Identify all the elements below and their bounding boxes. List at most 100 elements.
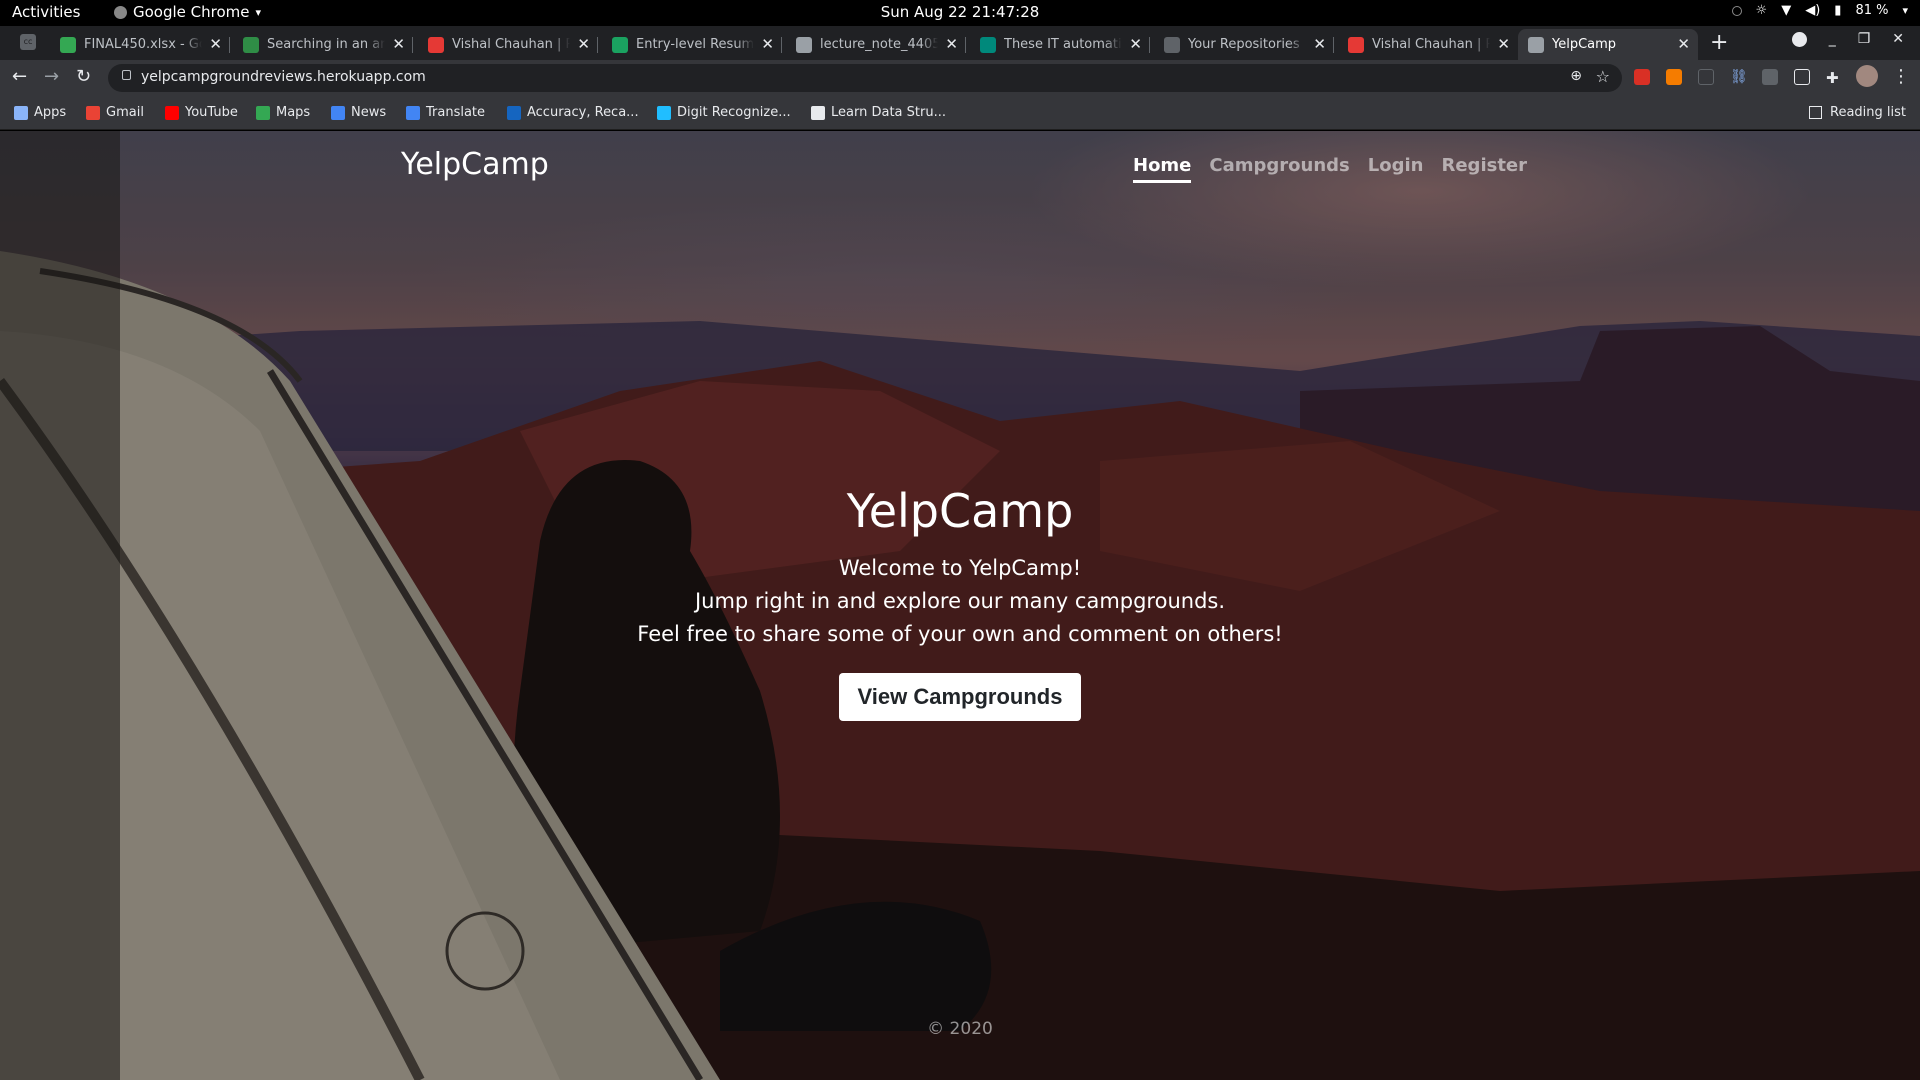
maximize-button[interactable]: ❐ (1858, 31, 1871, 47)
app-menu-label: Google Chrome (133, 3, 250, 21)
tab-title: YelpCamp (1552, 37, 1617, 52)
tab-close-icon[interactable]: ✕ (1129, 35, 1142, 53)
tab-close-icon[interactable]: ✕ (945, 35, 958, 53)
close-window-button[interactable]: ✕ (1892, 31, 1904, 47)
bookmark-item[interactable]: Learn Data Stru... (811, 105, 946, 120)
bookmark-label: YouTube (185, 105, 238, 120)
activities-button[interactable]: Activities (12, 3, 80, 21)
notion-extension-icon[interactable] (1794, 69, 1810, 85)
chevron-down-icon: ▾ (1902, 4, 1908, 17)
minimize-button[interactable]: _ (1829, 31, 1836, 47)
bookmark-label: Apps (34, 105, 67, 120)
browser-tab[interactable]: Vishal Chauhan | P ✕ (1338, 29, 1518, 60)
yelpcamp-landing-page: YelpCamp Home Campgrounds Login Register… (0, 131, 1920, 1080)
browser-tab[interactable]: These IT automati ✕ (970, 29, 1150, 60)
bookmark-favicon-icon (331, 105, 345, 120)
bookmark-item[interactable]: News (331, 105, 386, 120)
profile-sync-icon[interactable] (1791, 31, 1807, 47)
bookmark-label: Gmail (106, 105, 144, 120)
lock-icon[interactable] (122, 70, 131, 80)
battery-icon: ▮ (1834, 3, 1842, 18)
address-bar-url[interactable]: yelpcampgroundreviews.herokuapp.com (141, 69, 426, 85)
bookmark-favicon-icon (86, 105, 100, 120)
bookmark-favicon-icon (811, 105, 825, 120)
bookmark-favicon-icon (507, 105, 521, 120)
bookmark-star-icon[interactable]: ☆ (1596, 67, 1610, 86)
tab-close-icon[interactable]: ✕ (1313, 35, 1326, 53)
bookmark-item[interactable]: YouTube (165, 105, 238, 120)
chrome-menu-icon[interactable]: ⋮ (1892, 66, 1910, 87)
bookmark-item[interactable]: Apps (14, 105, 66, 120)
tab-close-icon[interactable]: ✕ (761, 35, 774, 53)
browser-tab[interactable]: Vishal Chauhan | P ✕ (418, 29, 598, 60)
site-nav: Home Campgrounds Login Register (1133, 155, 1527, 183)
bookmark-item[interactable]: Gmail (86, 105, 144, 120)
bookmark-item[interactable]: Maps (256, 105, 310, 120)
tab-close-icon[interactable]: ✕ (577, 35, 590, 53)
hero-explore-text: Jump right in and explore our many campg… (694, 589, 1226, 613)
link-extension-icon[interactable]: ⛓ (1730, 69, 1748, 85)
extension-icon[interactable] (1698, 69, 1714, 85)
bookmark-item[interactable]: Digit Recognize... (657, 105, 791, 120)
browser-tab[interactable]: Searching in an ar ✕ (233, 29, 413, 60)
bookmark-favicon-icon (165, 105, 179, 120)
address-bar[interactable]: yelpcampgroundreviews.herokuapp.com ⊕ ☆ (108, 64, 1622, 92)
bookmark-item[interactable]: Accuracy, Reca... (507, 105, 639, 120)
bookmark-favicon-icon (14, 105, 28, 120)
tab-search-icon[interactable]: cc (20, 34, 36, 50)
extension-icon[interactable] (1666, 69, 1682, 85)
tab-close-icon[interactable]: ✕ (1497, 35, 1510, 53)
system-top-bar: Activities Google Chrome ▾ Sun Aug 22 21… (0, 0, 1920, 26)
reading-list-button[interactable]: Reading list (1809, 105, 1906, 120)
new-tab-button[interactable]: + (1710, 30, 1728, 55)
bookmarks-bar: Apps Gmail YouTube Maps News Translate Accurac… (0, 96, 1920, 130)
volume-icon: ◀) (1805, 3, 1821, 18)
site-brand[interactable]: YelpCamp (401, 147, 549, 182)
extension-icon[interactable] (1634, 69, 1650, 85)
view-campgrounds-button[interactable]: View Campgrounds (838, 673, 1082, 721)
system-tray[interactable]: ☼ ▼ ◀) ▮ 81 % ▾ (1731, 3, 1908, 18)
hero: YelpCamp Welcome to YelpCamp! Jump right… (0, 484, 1920, 721)
tab-favicon-icon (428, 36, 444, 53)
browser-tab[interactable]: YelpCamp ✕ (1518, 29, 1698, 60)
reading-list-label: Reading list (1830, 105, 1906, 120)
browser-tab[interactable]: Your Repositories ✕ (1154, 29, 1334, 60)
browser-tab[interactable]: lecture_note_4405 ✕ (786, 29, 966, 60)
nav-register-link[interactable]: Register (1441, 155, 1527, 183)
reload-button[interactable]: ↻ (76, 66, 91, 87)
tab-separator (1333, 37, 1334, 53)
tab-favicon-icon (796, 36, 812, 53)
hero-share-text: Feel free to share some of your own and … (637, 622, 1283, 646)
tab-separator (965, 37, 966, 53)
tab-title: FINAL450.xlsx - Go (84, 37, 202, 52)
forward-button[interactable]: → (44, 66, 59, 87)
tab-title: Searching in an ar (267, 37, 385, 52)
browser-tab[interactable]: Entry-level Resum ✕ (602, 29, 782, 60)
app-menu[interactable]: Google Chrome ▾ (114, 3, 261, 21)
tab-title: Your Repositories (1188, 37, 1300, 52)
bookmark-label: Maps (276, 105, 311, 120)
nav-campgrounds-link[interactable]: Campgrounds (1209, 155, 1349, 183)
back-button[interactable]: ← (12, 66, 27, 87)
tab-close-icon[interactable]: ✕ (1677, 35, 1690, 53)
chevron-down-icon: ▾ (255, 5, 262, 19)
tab-close-icon[interactable]: ✕ (209, 35, 222, 53)
bookmark-item[interactable]: Translate (406, 105, 485, 120)
zoom-icon[interactable]: ⊕ (1570, 68, 1582, 84)
tab-title: Vishal Chauhan | P (1372, 37, 1490, 52)
tab-close-icon[interactable]: ✕ (392, 35, 405, 53)
browser-toolbar: ← → ↻ yelpcampgroundreviews.herokuapp.co… (0, 60, 1920, 96)
bookmark-label: Learn Data Stru... (831, 105, 946, 120)
reading-list-icon (1809, 106, 1822, 119)
clock[interactable]: Sun Aug 22 21:47:28 (881, 3, 1040, 21)
browser-tab[interactable]: FINAL450.xlsx - Go ✕ (50, 29, 230, 60)
avatar[interactable] (1856, 65, 1878, 87)
battery-percent: 81 % (1855, 3, 1889, 18)
nav-login-link[interactable]: Login (1368, 155, 1424, 183)
puzzle-extensions-icon[interactable]: ✚ (1826, 69, 1842, 87)
extension-icon[interactable] (1762, 69, 1778, 85)
bookmark-label: Translate (426, 105, 486, 120)
nav-home-link[interactable]: Home (1133, 155, 1192, 183)
tab-favicon-icon (60, 36, 76, 53)
bookmark-favicon-icon (657, 105, 671, 120)
